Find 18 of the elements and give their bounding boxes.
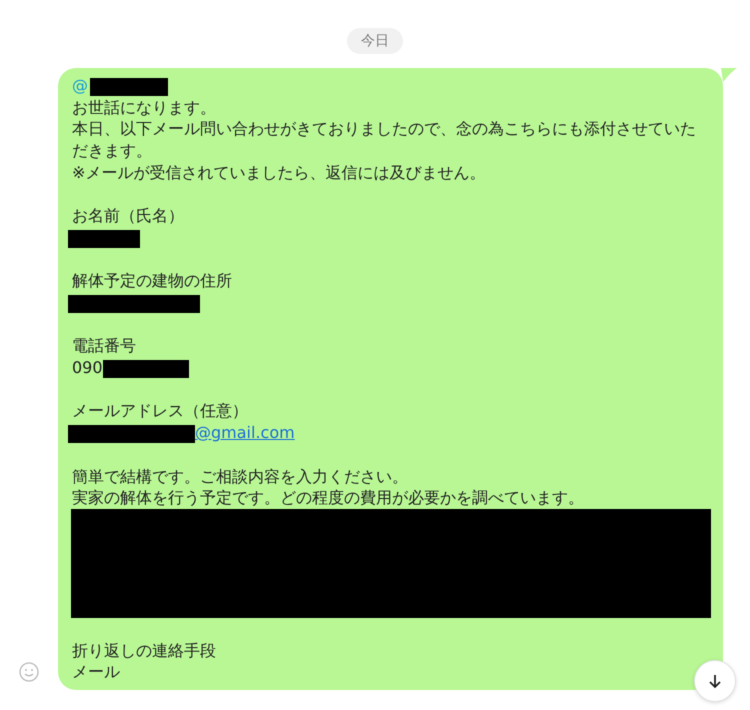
message-text: お世話になります。 (72, 96, 217, 118)
message-text: 簡単で結構です。ご相談内容を入力ください。 (72, 466, 409, 488)
message-text: 本日、以下メール問い合わせがきておりましたので、念の為こちらにも添付させていただきます。 (72, 118, 697, 162)
message-text: メールアドレス（任意） (72, 400, 249, 422)
message-text: ※メールが受信されていましたら、返信には及びません。 (72, 162, 486, 184)
redaction-bar (68, 230, 140, 248)
message-text: 解体予定の建物の住所 (72, 270, 233, 292)
mention[interactable]: @ (72, 76, 88, 95)
email-link[interactable]: @gmail.com (195, 423, 295, 442)
message-text: 090 (72, 358, 103, 378)
down-arrow-icon (707, 673, 723, 689)
message-text: 電話番号 (72, 335, 137, 358)
message-text: 実家の解体を行う予定です。どの程度の費用が必要かを調べています。 (72, 487, 585, 509)
message-text: お名前（氏名） (72, 205, 185, 227)
date-label: 今日 (347, 28, 403, 54)
scroll-down-button[interactable] (694, 660, 736, 702)
message-text: メール (72, 661, 121, 684)
message-text: 折り返しの連絡手段 (72, 640, 217, 662)
